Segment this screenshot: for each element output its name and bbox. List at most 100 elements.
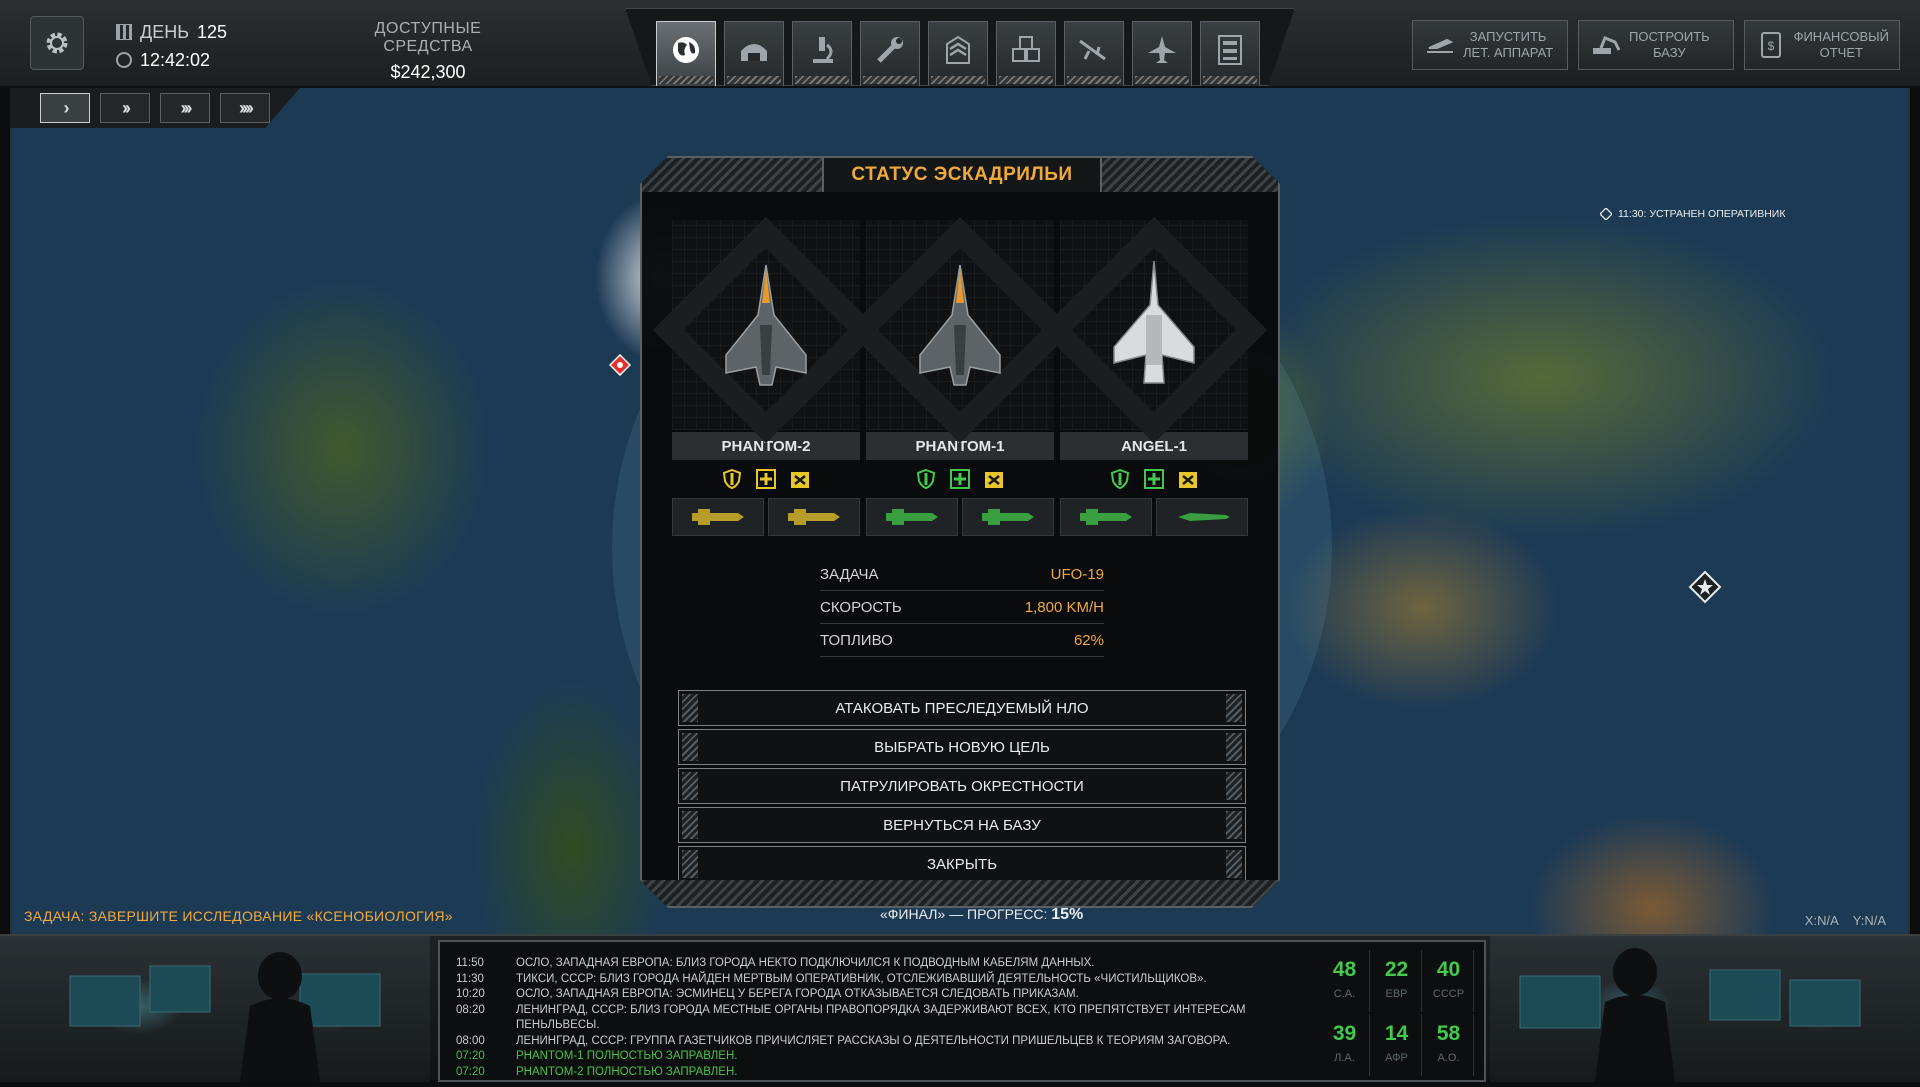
command-label: ВЫБРАТЬ НОВУЮ ЦЕЛЬ xyxy=(874,738,1050,756)
close-button[interactable]: ЗАКРЫТЬ xyxy=(678,846,1246,882)
excavator-icon xyxy=(1589,28,1623,62)
panic-level[interactable]: 22 ЕВР xyxy=(1372,950,1422,1012)
launch-aircraft-button[interactable]: ЗАПУСТИТЬ ЛЕТ. АППАРАТ xyxy=(1412,20,1568,70)
wrench-icon xyxy=(877,37,903,63)
log-entry: 07:20 PHANTOM-2 ПОЛНОСТЬЮ ЗАПРАВЛЕН. xyxy=(456,1065,1276,1081)
panic-region: С.А. xyxy=(1333,988,1356,1000)
info-row: СКОРОСТЬ 1,800 KM/H xyxy=(820,591,1104,624)
aircraft-image xyxy=(652,216,880,444)
hangar-icon xyxy=(741,44,767,61)
weapon-slot-2[interactable] xyxy=(768,498,860,536)
panic-levels: 48 С.А. 22 ЕВР 40 СССР 39 Л.А. 14 АФР 58 А.О. xyxy=(1320,950,1480,1078)
speed-1-button[interactable]: › xyxy=(40,93,90,123)
log-message: ЛЕНИНГРАД, СССР: ГРУППА ГАЗЕТЧИКОВ ПРИЧИ… xyxy=(516,1034,1231,1047)
nav-tab-archive[interactable] xyxy=(1200,21,1260,86)
finance-report-label: ФИНАНСОВЫЙ ОТЧЕТ xyxy=(1793,29,1889,60)
microscope-icon xyxy=(813,37,833,63)
command-label: ПАТРУЛИРОВАТЬ ОКРЕСТНОСТИ xyxy=(840,777,1084,795)
speed-3-button[interactable]: ››› xyxy=(160,93,210,123)
progress-label: «ФИНАЛ» — ПРОГРЕСС: xyxy=(880,906,1048,922)
weapon-slot-1[interactable] xyxy=(1060,498,1152,536)
cursor-coordinates: X:N/A Y:N/A xyxy=(1805,913,1886,928)
return-to-base-button[interactable]: ВЕРНУТЬСЯ НА БАЗУ xyxy=(678,807,1246,843)
weapon-slots xyxy=(866,498,1054,536)
log-time: 07:20 xyxy=(456,1050,485,1062)
jet-icon xyxy=(1148,36,1176,63)
panic-level[interactable]: 48 С.А. xyxy=(1320,950,1370,1012)
attack-ufo-button[interactable]: АТАКОВАТЬ ПРЕСЛЕДУЕМЫЙ НЛО xyxy=(678,690,1246,726)
event-log[interactable]: 11:50 ОСЛО, ЗАПАДНАЯ ЕВРОПА: БЛИЗ ГОРОДА … xyxy=(456,956,1276,1080)
panic-value: 40 xyxy=(1436,958,1461,981)
repair-icon xyxy=(950,469,970,489)
info-key: ТОПЛИВО xyxy=(820,631,893,649)
progress-value: 15% xyxy=(1051,906,1084,923)
panic-level[interactable]: 14 АФР xyxy=(1372,1014,1422,1076)
weapon-slot-2[interactable] xyxy=(962,498,1054,536)
nav-tab-rank-chevron[interactable] xyxy=(928,21,988,86)
nav-tab-wrench[interactable] xyxy=(860,21,920,86)
panic-level[interactable]: 40 СССР xyxy=(1424,950,1474,1012)
command-label: ВЕРНУТЬСЯ НА БАЗУ xyxy=(883,816,1041,834)
select-new-target-button[interactable]: ВЫБРАТЬ НОВУЮ ЦЕЛЬ xyxy=(678,729,1246,765)
nav-tab-rifle[interactable] xyxy=(1064,21,1124,86)
fuel-icon xyxy=(790,469,810,489)
log-time: 10:20 xyxy=(456,988,485,1000)
operator-scene-left xyxy=(0,936,430,1082)
log-time: 07:20 xyxy=(456,1065,485,1078)
panic-value: 22 xyxy=(1384,958,1409,981)
info-value: 62% xyxy=(1073,631,1104,649)
dialog-footer xyxy=(642,880,1278,906)
ufo-marker-icon[interactable] xyxy=(608,353,632,381)
nav-tab-microscope[interactable] xyxy=(792,21,852,86)
nav-tab-jet[interactable] xyxy=(1132,21,1192,86)
build-base-button[interactable]: ПОСТРОИТЬ БАЗУ xyxy=(1578,20,1734,70)
time-speed-controls: › ›› ››› ›››› xyxy=(10,88,300,128)
diamond-icon xyxy=(1600,208,1612,220)
log-entry: 07:20 PHANTOM-1 ПОЛНОСТЬЮ ЗАПРАВЛЕН. xyxy=(456,1049,1276,1065)
settings-button[interactable] xyxy=(30,16,84,70)
panic-level[interactable]: 58 А.О. xyxy=(1424,1014,1474,1076)
mission-info: ЗАДАЧА UFO-19 СКОРОСТЬ 1,800 KM/H ТОПЛИВО 62% xyxy=(820,558,1104,657)
patrol-area-button[interactable]: ПАТРУЛИРОВАТЬ ОКРЕСТНОСТИ xyxy=(678,768,1246,804)
weapon-slot-1[interactable] xyxy=(866,498,958,536)
fuel-icon xyxy=(984,469,1004,489)
log-message: ЛЕНИНГРАД, СССР: БЛИЗ ГОРОДА МЕСТНЫЕ ОРГ… xyxy=(516,1003,1246,1016)
main-nav xyxy=(625,8,1295,86)
archive-icon xyxy=(1218,35,1242,65)
event-log-panel: 11:50 ОСЛО, ЗАПАДНАЯ ЕВРОПА: БЛИЗ ГОРОДА … xyxy=(438,940,1486,1082)
aircraft-card-2[interactable]: PHANTOM-1 xyxy=(846,216,1074,536)
nav-tab-stores[interactable] xyxy=(996,21,1056,86)
aircraft-card-1[interactable]: PHANTOM-2 xyxy=(652,216,880,536)
speed-2-button[interactable]: ›› xyxy=(100,93,150,123)
funds-label: ДОСТУПНЫЕ СРЕДСТВА xyxy=(374,20,482,55)
coord-y: Y:N/A xyxy=(1852,913,1886,928)
clock-icon xyxy=(116,52,132,68)
info-value: UFO-19 xyxy=(1050,565,1104,583)
aircraft-card-3[interactable]: ANGEL-1 xyxy=(1040,216,1268,536)
objective-text: ЗАДАЧА: ЗАВЕРШИТЕ ИССЛЕДОВАНИЕ «КСЕНОБИО… xyxy=(24,908,453,924)
log-time: 08:20 xyxy=(456,1003,485,1016)
base-marker-icon[interactable] xyxy=(1688,570,1722,609)
nav-tab-hangar[interactable] xyxy=(724,21,784,86)
weapon-slots xyxy=(1060,498,1248,536)
globe-icon xyxy=(673,37,699,63)
info-row: ТОПЛИВО 62% xyxy=(820,624,1104,657)
weapon-slot-2[interactable] xyxy=(1156,498,1248,536)
log-entry: 11:50 ОСЛО, ЗАПАДНАЯ ЕВРОПА: БЛИЗ ГОРОДА … xyxy=(456,956,1276,972)
nav-tab-globe[interactable] xyxy=(656,21,716,86)
top-bar: ДЕНЬ 125 12:42:02 ДОСТУПНЫЕ СРЕДСТВА $242… xyxy=(0,0,1920,88)
speed-4-button[interactable]: ›››› xyxy=(220,93,270,123)
log-message: PHANTOM-1 ПОЛНОСТЬЮ ЗАПРАВЛЕН. xyxy=(516,1050,738,1062)
dialog-title: СТАТУС ЭСКАДРИЛЬИ xyxy=(822,158,1102,192)
date-time-panel: ДЕНЬ 125 12:42:02 xyxy=(116,18,227,74)
stores-icon xyxy=(1012,36,1040,62)
bottom-console: 11:50 ОСЛО, ЗАПАДНАЯ ЕВРОПА: БЛИЗ ГОРОДА … xyxy=(0,934,1920,1082)
weapon-slot-1[interactable] xyxy=(672,498,764,536)
info-key: СКОРОСТЬ xyxy=(820,598,902,616)
panic-value: 14 xyxy=(1384,1022,1409,1045)
panic-level[interactable]: 39 Л.А. xyxy=(1320,1014,1370,1076)
plane-takeoff-icon xyxy=(1423,28,1457,62)
operator-scene-right xyxy=(1490,936,1920,1082)
log-entry: ПЕНЬЛЬВЕСЫ. xyxy=(456,1018,1276,1034)
finance-report-button[interactable]: $ ФИНАНСОВЫЙ ОТЧЕТ xyxy=(1744,20,1900,70)
